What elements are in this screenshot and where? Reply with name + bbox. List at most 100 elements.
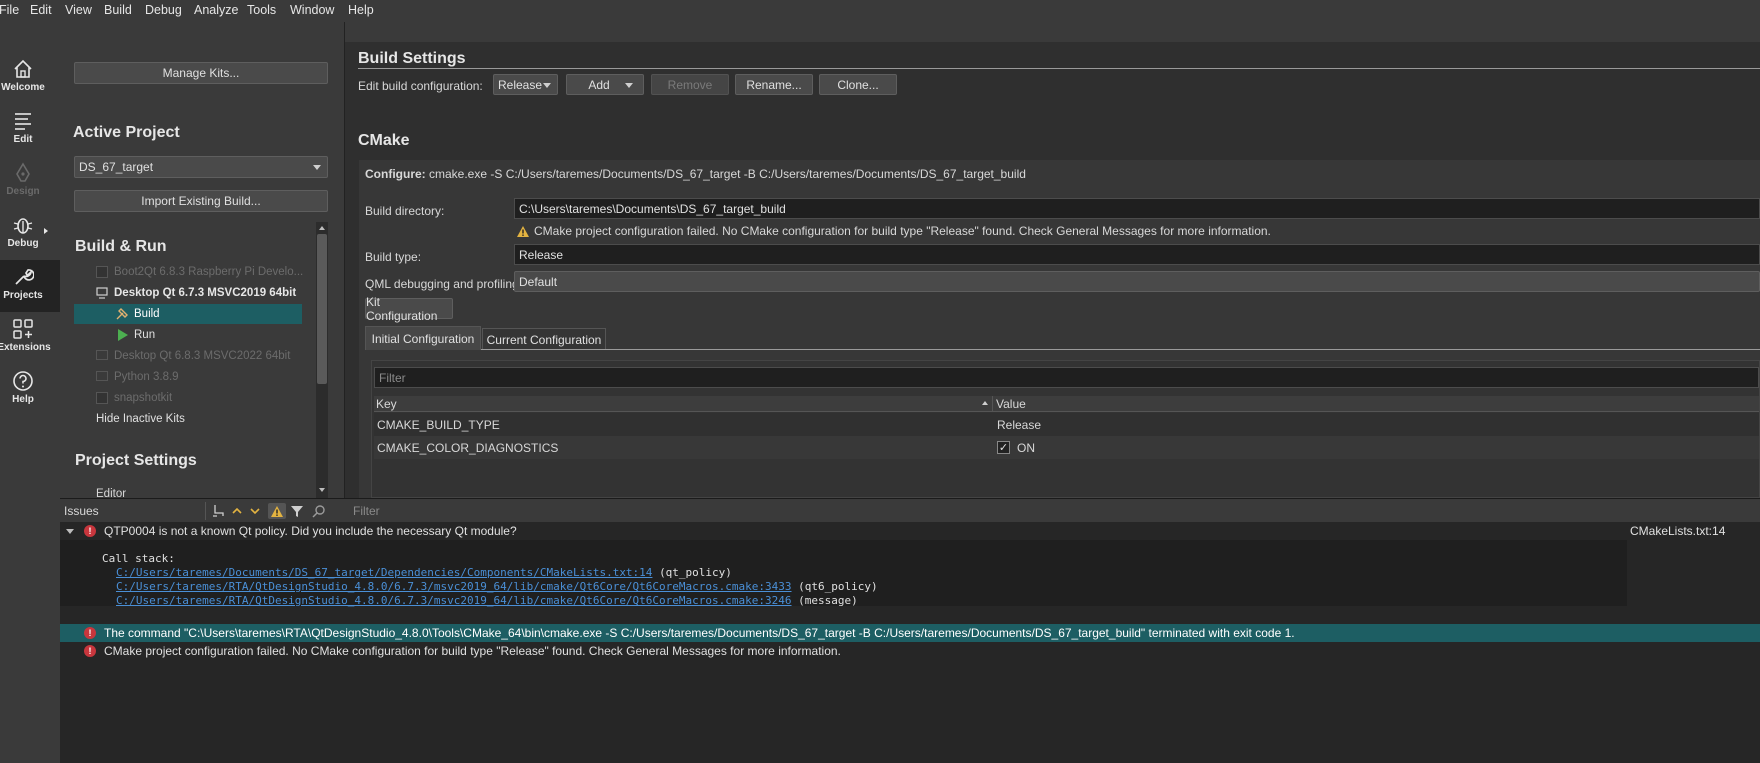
call-stack-label: Call stack: xyxy=(102,552,175,565)
tab-current-configuration[interactable]: Current Configuration xyxy=(482,328,606,350)
expand-arrow-icon[interactable] xyxy=(66,529,74,534)
issue-item[interactable]: ! QTP0004 is not a known Qt policy. Did … xyxy=(60,522,1760,540)
chevron-down-icon xyxy=(543,82,551,88)
monitor-icon xyxy=(96,287,108,299)
monitor-plus-icon xyxy=(96,266,108,278)
table-row[interactable]: CMAKE_BUILD_TYPE Release xyxy=(374,413,1759,436)
kit-desktop-qt-683[interactable]: Desktop Qt 6.8.3 MSVC2022 64bit xyxy=(74,346,322,366)
import-existing-build-button[interactable]: Import Existing Build... xyxy=(74,190,328,212)
menu-build[interactable]: Build xyxy=(104,3,132,17)
project-selector[interactable]: DS_67_target xyxy=(74,156,328,178)
extensions-grid-icon xyxy=(0,318,46,340)
chevron-down-icon xyxy=(625,82,633,88)
mode-welcome[interactable]: Welcome xyxy=(0,52,60,104)
build-type-field[interactable]: Release xyxy=(514,244,1760,265)
kit-snapshotkit[interactable]: snapshotkit xyxy=(74,388,322,408)
table-row[interactable]: CMAKE_COLOR_DIAGNOSTICS ✓ ON xyxy=(374,436,1759,459)
scrollbar-thumb[interactable] xyxy=(317,234,327,384)
menu-file[interactable]: File xyxy=(0,3,19,17)
issues-list: ! QTP0004 is not a known Qt policy. Did … xyxy=(60,522,1760,763)
qml-debugging-label: QML debugging and profiling: xyxy=(365,277,522,291)
configure-line: Configure: cmake.exe -S C:/Users/taremes… xyxy=(365,167,1026,181)
menu-tools[interactable]: Tools xyxy=(247,3,276,17)
project-settings-heading: Project Settings xyxy=(75,452,197,469)
issue-item[interactable]: ! CMake project configuration failed. No… xyxy=(60,642,1760,660)
kit-configuration-button[interactable]: Kit Configuration xyxy=(365,295,453,323)
menu-edit[interactable]: Edit xyxy=(30,3,52,17)
build-config-selector[interactable]: Release xyxy=(493,74,558,95)
chevron-down-icon[interactable] xyxy=(246,503,264,519)
value-checkbox[interactable]: ✓ xyxy=(997,441,1010,454)
kit-python[interactable]: Python 3.8.9 xyxy=(74,367,322,387)
kit-build-item[interactable]: Build xyxy=(74,304,302,324)
heading-underline xyxy=(358,68,1760,69)
wrench-icon xyxy=(0,266,46,288)
monitor-plus-icon xyxy=(96,392,108,404)
edit-build-config-label: Edit build configuration: xyxy=(358,79,483,93)
pen-icon xyxy=(0,162,46,184)
tab-underline xyxy=(481,349,1760,350)
rename-config-button[interactable]: Rename... xyxy=(735,74,813,95)
mode-edit[interactable]: Edit xyxy=(0,104,60,156)
issues-filter-input[interactable]: Filter xyxy=(353,504,380,518)
menu-debug[interactable]: Debug xyxy=(145,3,182,17)
mode-design[interactable]: Design xyxy=(0,156,60,208)
scroll-up-icon[interactable] xyxy=(319,226,325,230)
kit-run-item[interactable]: Run xyxy=(74,325,322,345)
build-type-label: Build type: xyxy=(365,250,422,264)
mode-projects[interactable]: Projects xyxy=(0,260,60,312)
cmake-heading: CMake xyxy=(358,132,410,149)
chevron-up-icon[interactable] xyxy=(228,503,246,519)
cmake-config-table-panel: Filter Key Value CMAKE_BUILD_TYPE Releas… xyxy=(371,360,1760,498)
add-config-button[interactable]: Add xyxy=(566,74,644,95)
scroll-down-icon[interactable] xyxy=(319,488,325,492)
build-directory-label: Build directory: xyxy=(365,204,445,218)
search-icon xyxy=(310,503,328,519)
clean-list-icon[interactable] xyxy=(210,503,228,519)
menu-help[interactable]: Help xyxy=(348,3,374,17)
stack-frame: C:/Users/taremes/RTA/QtDesignStudio_4.8.… xyxy=(116,580,878,593)
submenu-arrow-icon xyxy=(44,228,48,234)
edit-lines-icon xyxy=(0,110,46,132)
column-value[interactable]: Value xyxy=(996,397,1026,411)
warning-icon xyxy=(516,225,530,238)
warning-filter-icon[interactable] xyxy=(268,503,286,519)
monitor-icon xyxy=(96,350,108,360)
error-icon: ! xyxy=(84,645,96,657)
cmake-panel: Configure: cmake.exe -S C:/Users/taremes… xyxy=(359,160,1760,498)
kit-boot2qt[interactable]: Boot2Qt 6.8.3 Raspberry Pi Develo... xyxy=(74,262,322,282)
error-icon: ! xyxy=(84,627,96,639)
remove-config-button[interactable]: Remove xyxy=(651,74,729,95)
play-icon xyxy=(118,329,128,341)
issues-toolbar: Issues Filter xyxy=(60,498,1760,522)
config-filter-input[interactable]: Filter xyxy=(374,367,1759,388)
issues-title: Issues xyxy=(64,504,99,518)
issue-details: Call stack: C:/Users/taremes/Documents/D… xyxy=(60,540,1627,607)
stack-frame: C:/Users/taremes/Documents/DS_67_target/… xyxy=(116,566,732,579)
clone-config-button[interactable]: Clone... xyxy=(819,74,897,95)
issue-location[interactable]: CMakeLists.txt:14 xyxy=(1630,524,1725,538)
menu-view[interactable]: View xyxy=(65,3,92,17)
stack-frame: C:/Users/taremes/RTA/QtDesignStudio_4.8.… xyxy=(116,594,858,607)
build-directory-field[interactable]: C:\Users\taremes\Documents\DS_67_target_… xyxy=(514,198,1760,219)
manage-kits-button[interactable]: Manage Kits... xyxy=(74,62,328,84)
menu-analyze[interactable]: Analyze xyxy=(194,3,238,17)
left-panel-scrollbar[interactable] xyxy=(316,222,328,498)
hide-inactive-kits[interactable]: Hide Inactive Kits xyxy=(74,409,322,429)
mode-help[interactable]: Help xyxy=(0,364,60,416)
kit-desktop-qt-673[interactable]: Desktop Qt 6.7.3 MSVC2019 64bit xyxy=(74,283,322,303)
sort-ascending-icon xyxy=(982,401,988,405)
issue-item[interactable]: ! The command "C:\Users\taremes\RTA\QtDe… xyxy=(60,624,1760,642)
monitor-icon xyxy=(96,371,108,381)
mode-debug[interactable]: Debug xyxy=(0,208,60,260)
qml-debugging-selector[interactable]: Default xyxy=(514,271,1760,292)
build-settings-page: Build Settings Edit build configuration:… xyxy=(345,22,1760,498)
tab-initial-configuration[interactable]: Initial Configuration xyxy=(365,326,481,350)
active-project-heading: Active Project xyxy=(73,124,180,141)
mode-extensions[interactable]: Extensions xyxy=(0,312,60,364)
configuration-warning-text: CMake project configuration failed. No C… xyxy=(534,224,1271,238)
filter-icon[interactable] xyxy=(288,503,306,519)
chevron-down-icon xyxy=(313,165,321,170)
menu-window[interactable]: Window xyxy=(290,3,334,17)
column-key[interactable]: Key xyxy=(376,397,397,411)
